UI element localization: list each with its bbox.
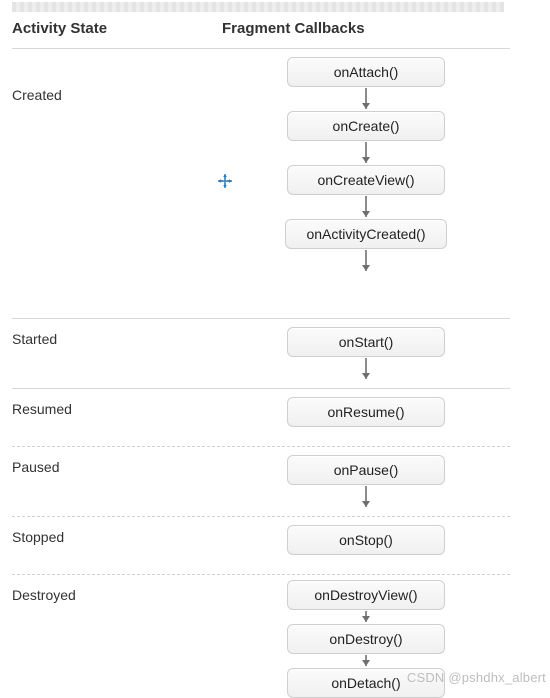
section-stopped: Stopped onStop() (12, 516, 510, 555)
callback-box-onstart: onStart() (287, 327, 445, 357)
callback-column: onPause() (222, 447, 510, 509)
state-column: Stopped (12, 517, 222, 555)
state-label-stopped: Stopped (12, 529, 222, 545)
header-row: Activity State Fragment Callbacks (12, 20, 510, 37)
header-fragment-callbacks: Fragment Callbacks (222, 20, 510, 37)
callback-box-onattach: onAttach() (287, 57, 445, 87)
callback-column: onAttach() onCreate() onCreateView() onActi… (222, 49, 510, 273)
arrow-down-icon (354, 610, 378, 624)
section-paused: Paused onPause() (12, 446, 510, 509)
state-column: Paused (12, 447, 222, 509)
section-created: Created onAttach() onCreate() onCreateView(… (12, 48, 510, 273)
callback-box-onresume: onResume() (287, 397, 445, 427)
header-activity-state: Activity State (12, 20, 222, 37)
state-label-resumed: Resumed (12, 401, 222, 417)
arrow-down-icon (354, 485, 378, 509)
callback-box-onstop: onStop() (287, 525, 445, 555)
state-label-destroyed: Destroyed (12, 587, 222, 603)
arrow-down-icon (354, 654, 378, 668)
callback-box-ondestroy: onDestroy() (287, 624, 445, 654)
arrow-down-icon (354, 141, 378, 165)
section-started: Started onStart() (12, 318, 510, 381)
callback-box-oncreate: onCreate() (287, 111, 445, 141)
callback-box-onpause: onPause() (287, 455, 445, 485)
arrow-down-icon (354, 195, 378, 219)
callback-column: onStart() (222, 319, 510, 381)
watermark: CSDN @pshdhx_albert (407, 670, 546, 685)
arrow-down-icon (354, 87, 378, 111)
section-resumed: Resumed onResume() (12, 388, 510, 427)
callback-box-onactivitycreated: onActivityCreated() (285, 219, 446, 249)
callback-box-oncreateview: onCreateView() (287, 165, 445, 195)
arrow-down-icon (354, 249, 378, 273)
state-column: Started (12, 319, 222, 381)
state-column: Destroyed (12, 575, 222, 698)
state-column: Created (12, 49, 222, 273)
state-label-paused: Paused (12, 459, 222, 475)
callback-box-ondestroyview: onDestroyView() (287, 580, 445, 610)
state-label-created: Created (12, 87, 222, 103)
arrow-down-icon (354, 357, 378, 381)
callback-column: onResume() (222, 389, 510, 427)
callback-column: onStop() (222, 517, 510, 555)
state-label-started: Started (12, 331, 222, 347)
title-bar-decoration (12, 2, 504, 12)
state-column: Resumed (12, 389, 222, 427)
